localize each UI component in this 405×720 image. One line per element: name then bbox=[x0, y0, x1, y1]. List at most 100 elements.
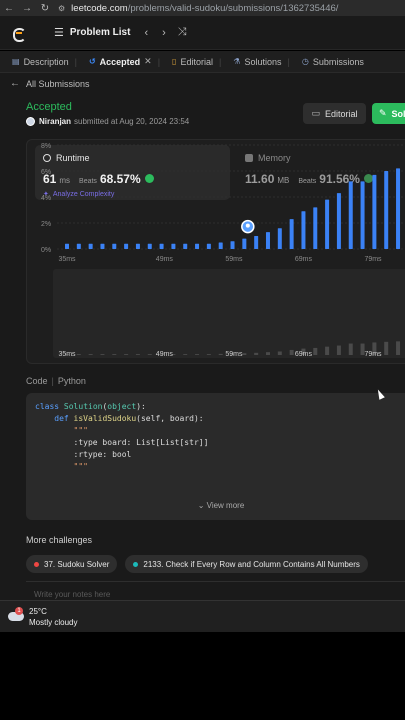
tab-submissions[interactable]: ◷ Submissions bbox=[302, 57, 364, 67]
y-tick-label: 0% bbox=[41, 247, 51, 254]
code-label: Code bbox=[26, 376, 48, 386]
tab-bar: ▤ Description | ↺ Accepted ✕ | ▯ Editori… bbox=[0, 51, 405, 73]
shuffle-icon[interactable]: ⤨ bbox=[178, 26, 187, 39]
prev-problem-icon[interactable]: ‹ bbox=[144, 27, 148, 39]
all-submissions-link[interactable]: ← All Submissions bbox=[10, 78, 90, 89]
history-icon: ↺ bbox=[88, 57, 96, 66]
chart-bar[interactable] bbox=[313, 207, 318, 249]
tab-solutions[interactable]: ⚗ Solutions bbox=[233, 57, 281, 67]
view-more-label: View more bbox=[206, 501, 245, 510]
chart-bar[interactable] bbox=[88, 243, 93, 249]
chart-bar[interactable] bbox=[124, 243, 129, 249]
chart-bar[interactable] bbox=[325, 199, 330, 249]
chart-bar[interactable] bbox=[265, 232, 270, 249]
chart-bar[interactable] bbox=[195, 243, 200, 249]
tab-editorial[interactable]: ▯ Editorial bbox=[172, 57, 213, 67]
leetcode-top-nav: ☰ Problem List ‹ › ⤨ bbox=[0, 16, 405, 50]
mini-bar bbox=[124, 354, 129, 355]
challenge-chip[interactable]: 37. Sudoku Solver bbox=[26, 555, 118, 573]
mini-bar bbox=[277, 351, 282, 355]
view-more-button[interactable]: ⌄ View more bbox=[26, 501, 405, 510]
solution-button[interactable]: ✎ Solution bbox=[372, 103, 405, 124]
browser-toolbar: ← → ↻ ⚙ leetcode.com/problems/valid-sudo… bbox=[0, 0, 405, 16]
url-path: /problems/valid-sudoku/submissions/13627… bbox=[127, 2, 339, 14]
x-tick-label: 69ms bbox=[295, 256, 313, 263]
chart-bar[interactable] bbox=[230, 241, 235, 249]
runtime-distribution-chart[interactable]: 8% 6% 4% 2% 0% 35ms 49ms 59ms 69ms 79ms 35ms 49ms 59… bbox=[27, 140, 405, 364]
y-tick-label: 6% bbox=[41, 169, 51, 176]
chart-bar[interactable] bbox=[254, 236, 259, 249]
stats-card: Runtime 61 ms Beats 68.57% ✦ Analyze Com… bbox=[26, 139, 405, 364]
challenge-chip-label: 37. Sudoku Solver bbox=[44, 559, 110, 569]
reload-icon[interactable]: ↻ bbox=[36, 3, 54, 14]
chart-bar[interactable] bbox=[135, 243, 140, 249]
mini-bar bbox=[195, 354, 200, 355]
notes-input[interactable]: Write your notes here bbox=[26, 581, 405, 601]
code-language: Python bbox=[57, 376, 86, 386]
url-host: leetcode.com bbox=[71, 2, 128, 14]
chart-bar[interactable] bbox=[171, 243, 176, 249]
chart-bar[interactable] bbox=[206, 243, 211, 249]
mini-bar bbox=[348, 343, 353, 355]
chart-bar[interactable] bbox=[100, 243, 105, 249]
problem-list-link[interactable]: Problem List bbox=[70, 27, 131, 38]
y-tick-label: 8% bbox=[41, 143, 51, 150]
mini-bar bbox=[384, 341, 389, 355]
chart-bar[interactable] bbox=[301, 211, 306, 249]
chart-bar[interactable] bbox=[159, 243, 164, 249]
range-tick-label: 35ms bbox=[58, 351, 76, 358]
chart-bar[interactable] bbox=[218, 242, 223, 250]
tab-accepted[interactable]: ↺ Accepted ✕ bbox=[89, 56, 152, 67]
chart-bar[interactable] bbox=[65, 243, 69, 249]
close-tab-icon[interactable]: ✕ bbox=[144, 56, 152, 67]
next-problem-icon[interactable]: › bbox=[162, 27, 166, 39]
mini-bar bbox=[112, 354, 117, 355]
leetcode-logo-icon[interactable] bbox=[12, 26, 26, 42]
mini-bar bbox=[265, 352, 270, 355]
address-bar[interactable]: ⚙ leetcode.com/problems/valid-sudoku/sub… bbox=[58, 1, 338, 15]
chart-bar[interactable] bbox=[289, 219, 294, 249]
editorial-button[interactable]: ▭ Editorial bbox=[303, 103, 366, 124]
challenge-chip[interactable]: 2133. Check if Every Row and Column Cont… bbox=[125, 555, 368, 573]
chart-bar[interactable] bbox=[76, 243, 81, 249]
avatar[interactable] bbox=[26, 117, 35, 126]
tab-label: Description bbox=[23, 56, 69, 67]
difficulty-dot bbox=[34, 561, 39, 567]
author-name[interactable]: Niranjan bbox=[39, 117, 71, 126]
book-icon: ▯ bbox=[172, 57, 177, 66]
code-line-5: :rtype: bool bbox=[35, 450, 132, 459]
chart-bar[interactable] bbox=[147, 243, 152, 249]
mini-bar bbox=[289, 349, 294, 355]
chart-bar[interactable] bbox=[360, 181, 365, 249]
forward-icon[interactable]: → bbox=[18, 3, 36, 14]
mini-bar bbox=[336, 345, 341, 355]
chart-bar[interactable] bbox=[112, 243, 117, 249]
chart-bar[interactable] bbox=[396, 168, 401, 249]
separator: | bbox=[51, 376, 54, 386]
weather-cloud-icon[interactable]: 1 bbox=[8, 607, 24, 622]
range-tick-label: 49ms bbox=[156, 351, 174, 358]
tab-label: Accepted bbox=[99, 56, 141, 67]
difficulty-dot bbox=[133, 561, 139, 567]
chart-bar[interactable] bbox=[277, 228, 282, 249]
weather-description[interactable]: Mostly cloudy bbox=[29, 618, 77, 627]
range-tick-label: 69ms bbox=[295, 351, 313, 358]
range-tick-label: 59ms bbox=[225, 351, 243, 358]
edit-icon: ✎ bbox=[379, 108, 387, 118]
site-info-icon[interactable]: ⚙ bbox=[58, 4, 65, 13]
problem-list-icon[interactable]: ☰ bbox=[54, 26, 64, 39]
chart-bar[interactable] bbox=[183, 243, 188, 249]
notes-placeholder: Write your notes here bbox=[34, 590, 111, 599]
notification-badge: 1 bbox=[15, 607, 23, 615]
tab-description[interactable]: ▤ Description bbox=[12, 57, 69, 67]
chart-bar[interactable] bbox=[336, 193, 341, 249]
chart-bar[interactable] bbox=[242, 238, 247, 249]
weather-temperature[interactable]: 25°C bbox=[29, 607, 47, 616]
chart-bar[interactable] bbox=[384, 171, 389, 249]
code-block[interactable]: class Solution(object): def isValidSudok… bbox=[26, 393, 405, 520]
chart-bar[interactable] bbox=[348, 181, 353, 249]
code-language-row: Code | Python bbox=[26, 376, 86, 386]
chart-bar[interactable] bbox=[372, 174, 377, 249]
submission-panel: ← All Submissions Accepted Niranjan subm… bbox=[0, 73, 405, 600]
back-icon[interactable]: ← bbox=[0, 3, 18, 14]
